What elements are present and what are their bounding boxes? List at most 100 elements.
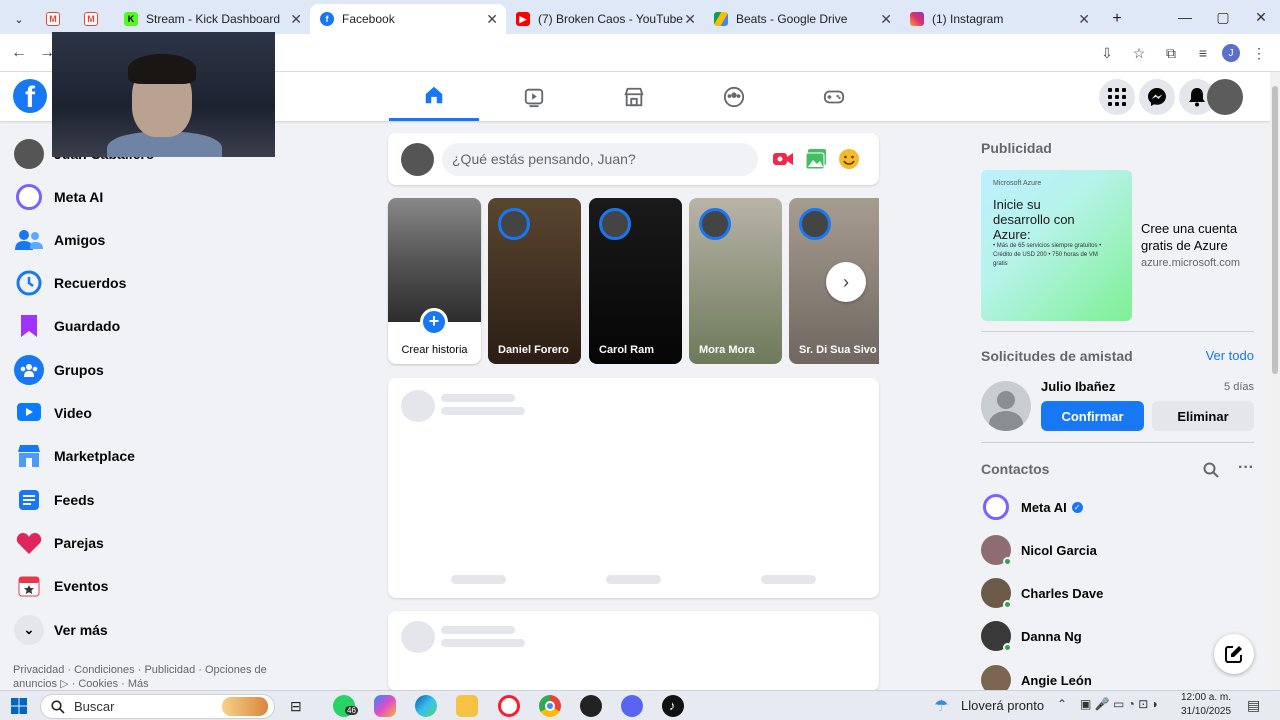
confirm-button[interactable]: Confirmar <box>1041 401 1144 431</box>
close-window-icon[interactable]: ✕ <box>1242 0 1280 34</box>
obs-icon[interactable] <box>580 695 602 717</box>
sidebar-item-label: Video <box>54 405 92 421</box>
nav-groups[interactable] <box>689 72 779 121</box>
install-app-icon[interactable]: ⇩ <box>1094 40 1120 66</box>
messenger-icon <box>1148 88 1166 106</box>
facebook-logo-icon[interactable]: f <box>13 79 47 113</box>
search-icon <box>51 700 65 714</box>
weather-text[interactable]: Lloverá pronto <box>961 698 1044 713</box>
account-avatar[interactable] <box>1207 79 1243 115</box>
sidebar-item-dating[interactable]: Parejas <box>14 525 104 561</box>
taskbar-search[interactable]: Buscar <box>40 694 275 719</box>
whatsapp-icon[interactable]: 46 <box>333 695 358 717</box>
close-icon[interactable]: ✕ <box>684 11 696 28</box>
ad-image[interactable]: Microsoft Azure Inicie su desarrollo con… <box>981 170 1132 321</box>
contact-item[interactable]: Meta AI ✓ <box>981 489 1083 525</box>
feeds-icon <box>14 485 44 515</box>
opera-icon[interactable] <box>498 695 520 717</box>
nav-video[interactable] <box>489 72 579 121</box>
profile-avatar[interactable]: J <box>1222 44 1240 62</box>
close-icon[interactable]: ✕ <box>486 11 498 28</box>
sidebar-item-memories[interactable]: Recuerdos <box>14 265 126 301</box>
tab-kick[interactable]: K Stream - Kick Dashboard ✕ <box>114 4 310 34</box>
more-options-icon[interactable]: ··· <box>1238 459 1254 477</box>
edge-icon[interactable] <box>415 695 437 717</box>
avatar[interactable] <box>981 381 1031 431</box>
bookmark-star-icon[interactable]: ☆ <box>1126 40 1152 66</box>
new-tab-button[interactable]: + <box>1098 4 1136 34</box>
chevron-up-icon[interactable]: ⌃ <box>1057 697 1067 711</box>
composer-input[interactable]: ¿Qué estás pensando, Juan? <box>442 143 758 176</box>
close-icon[interactable]: ✕ <box>1078 11 1090 28</box>
copilot-icon[interactable] <box>374 695 396 717</box>
minimize-icon[interactable]: — <box>1166 0 1204 34</box>
contact-item[interactable]: Charles Dave <box>981 575 1103 611</box>
request-time: 5 días <box>1224 381 1254 393</box>
stories-next-button[interactable]: › <box>826 262 866 302</box>
create-story-card[interactable]: + Crear historia <box>388 198 481 364</box>
chrome-icon[interactable] <box>539 695 561 717</box>
messenger-button[interactable] <box>1139 79 1175 115</box>
gaming-icon <box>823 90 845 103</box>
requester-name[interactable]: Julio Ibañez <box>1041 379 1115 394</box>
system-clock[interactable]: 12:00 a. m. 31/10/2025 <box>1180 691 1232 719</box>
extensions-icon[interactable]: ⧉ <box>1158 40 1184 66</box>
scrollbar-thumb[interactable] <box>1272 86 1278 374</box>
tiktok-icon[interactable]: ♪ <box>662 695 684 717</box>
ad-title[interactable]: Cree una cuenta gratis de Azure <box>1141 220 1261 254</box>
file-explorer-icon[interactable] <box>456 695 478 717</box>
avatar-head <box>997 391 1015 409</box>
menu-dots-icon[interactable]: ⋮ <box>1246 40 1272 66</box>
contact-item[interactable]: Danna Ng <box>981 618 1082 654</box>
discord-icon[interactable] <box>621 695 643 717</box>
nav-marketplace[interactable] <box>589 72 679 121</box>
story-card[interactable]: Mora Mora <box>689 198 782 364</box>
tab-gmail-2[interactable]: M <box>76 4 114 34</box>
tab-facebook[interactable]: f Facebook ✕ <box>310 4 506 34</box>
tray-icons[interactable]: ▣ 🎤 ▭ ◔ ⊡ ◗ <box>1080 697 1159 711</box>
facebook-icon: f <box>320 12 334 26</box>
close-icon[interactable]: ✕ <box>880 11 892 28</box>
sidebar-item-see-more[interactable]: ⌄ Ver más <box>14 612 108 648</box>
story-card[interactable]: Daniel Forero <box>488 198 581 364</box>
back-arrow-icon[interactable]: ← <box>8 42 30 64</box>
avatar <box>498 208 530 240</box>
footer-links[interactable]: Privacidad · Condiciones · Publicidad · … <box>13 663 283 691</box>
avatar[interactable] <box>401 143 434 176</box>
sidebar-item-friends[interactable]: Amigos <box>14 222 105 258</box>
task-view-icon[interactable]: ⊟ <box>290 698 302 715</box>
contact-item[interactable]: Nicol Garcia <box>981 532 1097 568</box>
sidebar-item-feeds[interactable]: Feeds <box>14 482 94 518</box>
tab-youtube[interactable]: ▶ (7) Broken Caos - YouTube ✕ <box>506 4 704 34</box>
sidebar-item-groups[interactable]: Grupos <box>14 352 104 388</box>
menu-grid-button[interactable] <box>1099 79 1135 115</box>
notifications-center-icon[interactable]: ▤ <box>1247 697 1260 714</box>
new-message-button[interactable] <box>1214 634 1254 674</box>
nav-home[interactable] <box>389 72 479 121</box>
sidebar-item-marketplace[interactable]: Marketplace <box>14 438 135 474</box>
sidebar-item-saved[interactable]: Guardado <box>14 308 120 344</box>
page-scrollbar[interactable] <box>1270 72 1280 690</box>
sidebar-item-meta-ai[interactable]: Meta AI <box>14 179 103 215</box>
feeling-icon[interactable] <box>838 148 860 170</box>
tab-list-button[interactable]: ⌄ <box>0 4 38 34</box>
maximize-icon[interactable]: ▢ <box>1204 0 1242 34</box>
tab-drive[interactable]: Beats - Google Drive ✕ <box>704 4 900 34</box>
skeleton-line <box>606 575 661 584</box>
close-icon[interactable]: ✕ <box>290 11 302 28</box>
windows-start-icon[interactable] <box>11 698 27 714</box>
sidebar-item-video[interactable]: Video <box>14 395 92 431</box>
sidebar-item-events[interactable]: Eventos <box>14 568 108 604</box>
search-placeholder: Buscar <box>74 699 115 714</box>
window-controls: — ▢ ✕ <box>1166 0 1280 34</box>
story-card[interactable]: Carol Ram <box>589 198 682 364</box>
see-all-link[interactable]: Ver todo <box>1206 348 1254 363</box>
nav-gaming[interactable] <box>789 72 879 121</box>
tab-instagram[interactable]: (1) Instagram ✕ <box>900 4 1098 34</box>
tab-gmail-1[interactable]: M <box>38 4 76 34</box>
photo-icon[interactable] <box>805 148 827 170</box>
search-icon[interactable] <box>1203 462 1219 478</box>
media-controls-icon[interactable]: ≡ <box>1190 40 1216 66</box>
live-video-icon[interactable] <box>772 148 794 170</box>
delete-button[interactable]: Eliminar <box>1152 401 1254 431</box>
